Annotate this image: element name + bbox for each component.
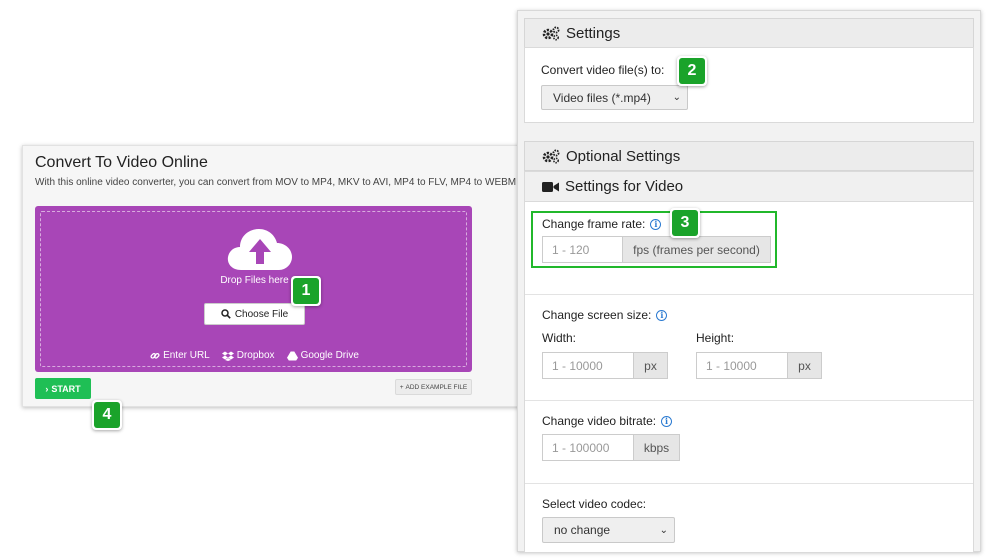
height-label: Height: [696,331,735,345]
step-badge-1: 1 [291,276,321,306]
width-unit: px [633,352,668,379]
start-label: START [51,383,81,394]
step-number: 4 [94,402,120,428]
step-number: 2 [679,58,705,84]
height-unit: px [787,352,822,379]
width-input[interactable]: 1 - 10000 [542,352,634,379]
plus-icon: + [399,383,404,391]
cloud-upload-icon [227,229,292,270]
video-camera-icon [542,181,559,192]
height-input[interactable]: 1 - 10000 [696,352,788,379]
chevron-right-icon: › [45,383,49,394]
chevron-down-icon: ⌄ [659,524,668,536]
add-example-file-button[interactable]: + ADD EXAMPLE FILE [395,379,472,395]
google-drive-icon [286,351,298,360]
link-icon [150,352,160,359]
dropzone-border: Drop Files here Choose File Enter URL Dr… [40,211,467,367]
video-settings-title: Settings for Video [565,178,684,195]
search-icon [221,309,231,319]
codec-value: no change [554,523,611,537]
bitrate-label: Change video bitrate: i [542,414,673,428]
file-dropzone[interactable]: Drop Files here Choose File Enter URL Dr… [35,206,472,372]
chevron-down-icon: ⌄ [672,92,681,103]
info-icon[interactable]: i [656,309,668,321]
dropbox-icon [221,351,234,361]
converter-description: With this online video converter, you ca… [35,177,517,188]
gears-icon [542,26,560,41]
dropbox-link[interactable]: Dropbox [221,350,275,361]
google-drive-link[interactable]: Google Drive [286,350,359,361]
width-label: Width: [542,331,577,345]
choose-file-button[interactable]: Choose File [204,303,305,325]
convert-format-value: Video files (*.mp4) [553,90,651,105]
file-sources: Enter URL Dropbox Google Drive [41,350,468,361]
converter-card: Convert To Video Online With this online… [22,145,532,407]
frame-rate-highlight [531,211,777,268]
bitrate-input[interactable]: 1 - 100000 [542,434,634,461]
settings-body: Convert video file(s) to: Video files (*… [524,47,974,123]
dropbox-label: Dropbox [236,350,275,361]
drop-files-text: Drop Files here [220,275,289,286]
width-placeholder: 1 - 10000 [552,358,603,373]
section-divider [525,400,973,401]
info-icon[interactable]: i [661,415,673,427]
codec-select[interactable]: no change ⌄ [542,517,675,543]
section-divider [525,294,973,295]
step-number: 1 [293,278,319,304]
optional-settings-header: Optional Settings [524,141,974,171]
enter-url-link[interactable]: Enter URL [150,350,210,361]
section-divider [525,483,973,484]
convert-format-select[interactable]: Video files (*.mp4) ⌄ [541,85,688,110]
choose-file-label: Choose File [234,308,289,320]
convert-to-label: Convert video file(s) to: [541,63,665,77]
bitrate-unit: kbps [633,434,680,461]
bitrate-label-text: Change video bitrate: [542,414,657,428]
enter-url-label: Enter URL [163,350,210,361]
step-badge-3: 3 [670,208,700,238]
gears-icon [542,149,560,164]
step-number: 3 [672,210,698,236]
height-placeholder: 1 - 10000 [706,358,757,373]
codec-label: Select video codec: [542,497,647,511]
bitrate-placeholder: 1 - 100000 [552,440,610,455]
screen-size-label: Change screen size: i [542,308,668,322]
settings-panel: Settings Convert video file(s) to: Video… [517,10,981,553]
optional-settings-title: Optional Settings [566,147,681,165]
screen-size-label-text: Change screen size: [542,308,652,322]
add-example-file-label: ADD EXAMPLE FILE [405,383,468,391]
google-drive-label: Google Drive [300,350,359,361]
settings-header: Settings [524,18,974,48]
step-badge-2: 2 [677,56,707,86]
converter-title: Convert To Video Online [35,154,208,171]
step-badge-4: 4 [92,400,122,430]
start-button[interactable]: › START [35,378,91,399]
settings-title: Settings [566,24,621,42]
video-settings-header: Settings for Video [524,171,974,202]
